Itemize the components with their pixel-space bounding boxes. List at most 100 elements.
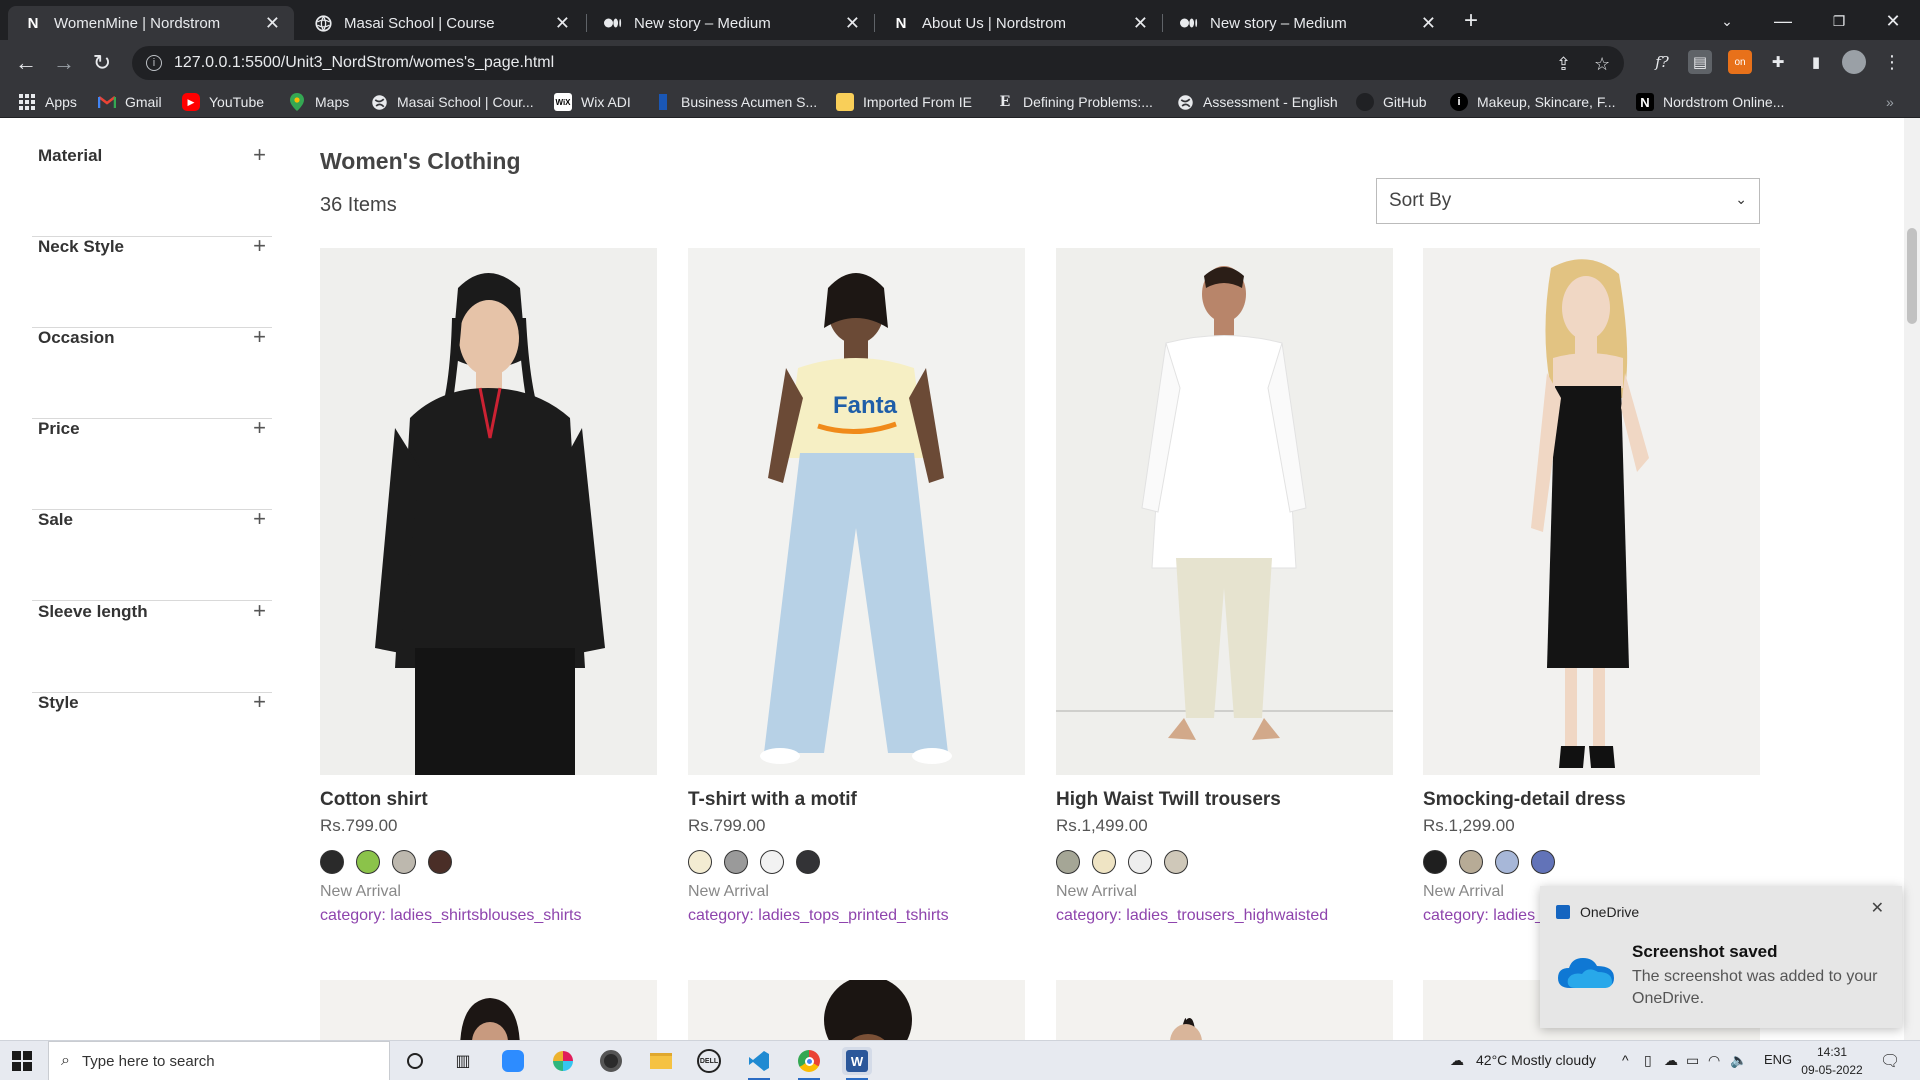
close-tab-icon[interactable]: ✕ xyxy=(845,13,860,34)
color-swatch[interactable] xyxy=(1423,850,1447,874)
expand-plus-icon[interactable]: + xyxy=(253,415,266,441)
tab-medium-story-2[interactable]: New story – Medium ✕ xyxy=(1164,6,1450,40)
product-name[interactable]: Smocking-detail dress xyxy=(1423,789,1760,811)
vscode-app-icon[interactable] xyxy=(744,1047,774,1080)
formula-extension-icon[interactable]: f? xyxy=(1650,50,1674,74)
product-category-link[interactable]: category: ladies_shirtsblouses_shirts xyxy=(320,907,657,925)
color-swatch[interactable] xyxy=(1459,850,1483,874)
tab-about-nordstrom[interactable]: N About Us | Nordstrom ✕ xyxy=(876,6,1162,40)
tab-womenmine[interactable]: N WomenMine | Nordstrom ✕ xyxy=(8,6,294,40)
bookmark-gmail[interactable]: Gmail xyxy=(98,92,162,112)
forward-arrow-icon[interactable]: → xyxy=(50,49,78,77)
battery-icon[interactable]: ▯ xyxy=(1644,1052,1652,1069)
extension-icon[interactable]: ▤ xyxy=(1688,50,1712,74)
product-image-next-row[interactable] xyxy=(320,980,657,1040)
language-indicator[interactable]: ENG xyxy=(1764,1052,1792,1067)
product-category-link[interactable]: category: ladies_tops_printed_tshirts xyxy=(688,907,1025,925)
bookmark-star-icon[interactable]: ☆ xyxy=(1594,54,1610,75)
color-swatch[interactable] xyxy=(1495,850,1519,874)
color-swatch[interactable] xyxy=(1128,850,1152,874)
color-swatch[interactable] xyxy=(356,850,380,874)
bookmark-maps[interactable]: Maps xyxy=(288,92,349,112)
tray-overflow-chevron-icon[interactable]: ^ xyxy=(1622,1052,1629,1068)
product-name[interactable]: High Waist Twill trousers xyxy=(1056,789,1393,811)
extensions-puzzle-icon[interactable]: ✚ xyxy=(1766,50,1790,74)
onedrive-notification[interactable]: OneDrive ✕ Screenshot saved The screensh… xyxy=(1540,886,1902,1028)
tab-masai-school[interactable]: Masai School | Course ✕ xyxy=(298,6,584,40)
word-app-icon[interactable]: W xyxy=(842,1047,872,1080)
expand-plus-icon[interactable]: + xyxy=(253,142,266,168)
color-swatch[interactable] xyxy=(760,850,784,874)
expand-plus-icon[interactable]: + xyxy=(253,506,266,532)
filter-price[interactable]: Price + xyxy=(32,415,272,510)
expand-plus-icon[interactable]: + xyxy=(253,324,266,350)
expand-plus-icon[interactable]: + xyxy=(253,233,266,259)
filter-material[interactable]: Material + xyxy=(32,142,272,237)
scrollbar-thumb[interactable] xyxy=(1907,228,1917,324)
product-image-next-row[interactable] xyxy=(688,980,1025,1040)
color-swatch[interactable] xyxy=(320,850,344,874)
filter-occasion[interactable]: Occasion + xyxy=(32,324,272,419)
page-scrollbar[interactable] xyxy=(1904,118,1920,1040)
filter-sleeve-length[interactable]: Sleeve length + xyxy=(32,598,272,693)
volume-icon[interactable]: 🔈 xyxy=(1730,1052,1747,1069)
close-notification-icon[interactable]: ✕ xyxy=(1871,898,1884,918)
wifi-icon[interactable]: ◠ xyxy=(1708,1052,1720,1069)
site-info-icon[interactable]: i xyxy=(146,55,162,71)
color-swatch[interactable] xyxy=(392,850,416,874)
bookmark-youtube[interactable]: ▶ YouTube xyxy=(182,92,264,112)
bookmark-assessment[interactable]: Assessment - English xyxy=(1176,92,1338,112)
zoom-app-icon[interactable] xyxy=(498,1047,528,1075)
new-tab-button[interactable]: + xyxy=(1458,7,1484,34)
product-name[interactable]: T-shirt with a motif xyxy=(688,789,1025,811)
product-category-link[interactable]: category: ladies_trousers_highwaisted xyxy=(1056,907,1393,925)
browser-menu-icon[interactable]: ⋮ xyxy=(1880,50,1904,74)
action-center-icon[interactable]: 🗨 xyxy=(1880,1051,1900,1071)
product-card[interactable]: Cotton shirt Rs.799.00 New Arrival categ… xyxy=(320,248,657,925)
profile-avatar-icon[interactable] xyxy=(1842,50,1866,74)
bookmark-github[interactable]: GitHub xyxy=(1356,92,1427,112)
color-swatch[interactable] xyxy=(1092,850,1116,874)
reload-icon[interactable]: ↻ xyxy=(88,49,116,77)
media-player-icon[interactable] xyxy=(596,1047,626,1075)
color-swatch[interactable] xyxy=(428,850,452,874)
minimize-window-button[interactable]: — xyxy=(1770,8,1796,34)
restore-window-button[interactable]: ❐ xyxy=(1826,8,1852,34)
tab-medium-story[interactable]: New story – Medium ✕ xyxy=(588,6,874,40)
taskbar-clock[interactable]: 14:31 09-05-2022 xyxy=(1800,1043,1864,1079)
bookmarks-overflow-icon[interactable]: » xyxy=(1886,92,1894,112)
product-image[interactable] xyxy=(1056,248,1393,775)
tab-search-chevron-icon[interactable]: ⌄ xyxy=(1714,8,1740,34)
dell-app-icon[interactable]: DELL xyxy=(694,1047,724,1075)
expand-plus-icon[interactable]: + xyxy=(253,689,266,715)
address-bar[interactable]: i 127.0.0.1:5500/Unit3_NordStrom/womes's… xyxy=(132,46,1624,80)
display-icon[interactable]: ▭ xyxy=(1686,1052,1699,1069)
close-tab-icon[interactable]: ✕ xyxy=(1421,13,1436,34)
bookmark-masai[interactable]: Masai School | Cour... xyxy=(370,92,534,112)
color-swatch[interactable] xyxy=(1164,850,1188,874)
weather-icon[interactable]: ☁ xyxy=(1450,1052,1464,1069)
task-view-icon[interactable]: ▥ xyxy=(448,1047,478,1075)
expand-plus-icon[interactable]: + xyxy=(253,598,266,624)
extension-on-icon[interactable]: on xyxy=(1728,50,1752,74)
close-window-button[interactable]: ✕ xyxy=(1880,8,1906,34)
filter-neck-style[interactable]: Neck Style + xyxy=(32,233,272,328)
back-arrow-icon[interactable]: ← xyxy=(12,49,40,77)
share-icon[interactable]: ⇪ xyxy=(1556,54,1571,75)
bookmark-apps[interactable]: Apps xyxy=(18,92,77,112)
close-tab-icon[interactable]: ✕ xyxy=(265,13,280,34)
bookmark-makeup[interactable]: i Makeup, Skincare, F... xyxy=(1450,92,1616,112)
close-tab-icon[interactable]: ✕ xyxy=(1133,13,1148,34)
color-swatch[interactable] xyxy=(796,850,820,874)
color-swatch[interactable] xyxy=(1531,850,1555,874)
color-swatch[interactable] xyxy=(1056,850,1080,874)
sort-by-select[interactable]: Sort By ⌄ xyxy=(1376,178,1760,224)
filter-sale[interactable]: Sale + xyxy=(32,506,272,601)
product-card[interactable]: Fanta T-shirt with a motif Rs.799.00 New… xyxy=(688,248,1025,925)
bookmark-business-acumen[interactable]: Business Acumen S... xyxy=(654,92,817,112)
side-panel-icon[interactable]: ▮ xyxy=(1804,50,1828,74)
color-swatch[interactable] xyxy=(688,850,712,874)
product-name[interactable]: Cotton shirt xyxy=(320,789,657,811)
taskbar-search-box[interactable]: ⌕ Type here to search xyxy=(48,1041,390,1080)
bookmark-defining-problems[interactable]: E Defining Problems:... xyxy=(996,92,1153,112)
